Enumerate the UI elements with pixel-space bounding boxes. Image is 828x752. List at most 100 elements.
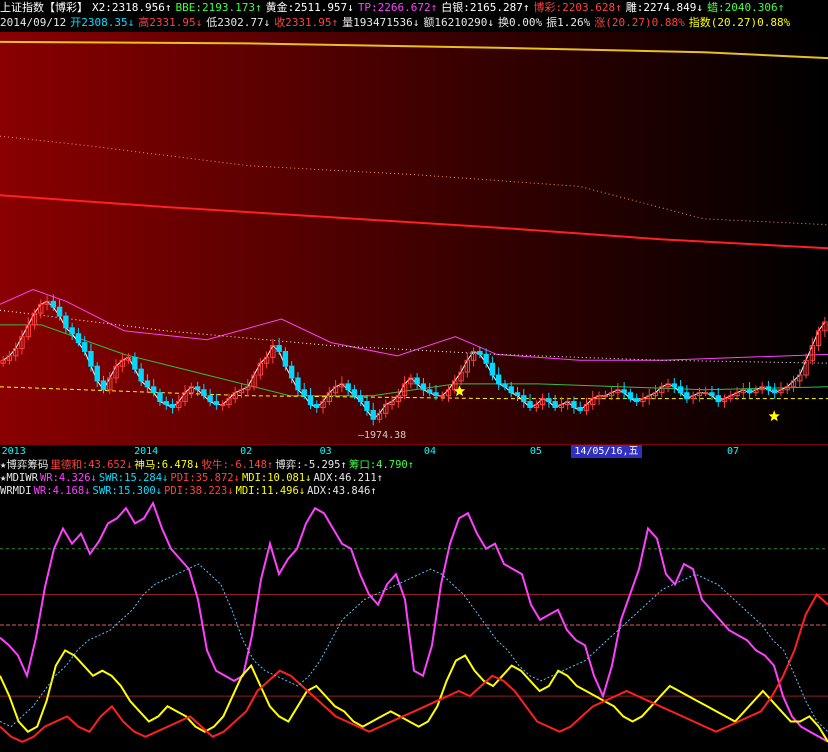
candle-body-84 — [527, 401, 533, 408]
candle-body-96 — [602, 395, 609, 398]
candle-body-88 — [552, 401, 558, 408]
candle-body-8 — [50, 300, 57, 308]
candle-body-70 — [439, 395, 445, 398]
candle-body-122 — [765, 386, 772, 391]
candle-body-31 — [194, 386, 201, 391]
date-tick-1: 2014 — [134, 446, 159, 457]
candle-body-10 — [63, 315, 69, 329]
candle-body-50 — [314, 404, 320, 408]
indicator-value-4: MDI:11.496↓ — [235, 485, 306, 497]
candle-body-12 — [75, 333, 82, 344]
main-candlestick-chart[interactable]: —1974.38 — [0, 32, 828, 444]
candle-body-112 — [702, 392, 709, 395]
candle-body-32 — [201, 389, 207, 397]
candle-body-123 — [771, 389, 778, 394]
candle-body-22 — [138, 368, 144, 382]
indicator-value-0: WRMDI — [0, 485, 32, 497]
candle-body-80 — [502, 383, 508, 388]
candle-body-25 — [157, 392, 163, 403]
quote-header-row-1: 上证指数【博彩】 X2:2318.956↑ BBE:2193.173↑ 黄金:2511… — [0, 0, 828, 16]
candle-body-83 — [521, 395, 527, 403]
price-field-8: 振1.26% — [546, 16, 591, 29]
candle-body-79 — [495, 374, 502, 385]
candle-body-66 — [414, 377, 420, 385]
candle-body-46 — [288, 365, 295, 379]
candle-body-57 — [357, 395, 364, 403]
candle-body-91 — [571, 401, 577, 408]
header-field-6: 博彩:2203.628↑ — [533, 1, 622, 14]
price-field-7: 换0.00% — [498, 16, 543, 29]
candle-body-69 — [433, 392, 439, 397]
price-field-4: 收2331.95↑ — [274, 16, 339, 29]
candle-body-109 — [684, 392, 690, 400]
indicator-row-1: ★博弈筹码 里德和:43.652↓ 神马:6.478↓ 牧牛:-6.148↑ 博弈:-5… — [0, 459, 828, 472]
date-tick-3: 03 — [319, 446, 332, 457]
candle-body-11 — [69, 327, 75, 335]
price-field-5: 量193471536↓ — [342, 16, 420, 29]
indicator-row-3: WRMDI WR:4.168↓ SWR:15.300↓ PDI:38.223↓ MDI:… — [0, 485, 828, 498]
candle-body-78 — [489, 362, 496, 376]
header-field-4: TP:2266.672↑ — [357, 1, 438, 14]
candle-body-59 — [370, 409, 376, 420]
quote-header-row-2: 2014/09/12 开2308.35↓ 高2331.95↓ 低2302.77↓ 收23… — [0, 15, 828, 31]
indicator-value-4: MDI:10.081↓ — [241, 472, 312, 484]
candle-body-87 — [546, 398, 552, 403]
header-field-2: BBE:2193.173↑ — [175, 1, 262, 14]
candle-body-45 — [282, 350, 289, 367]
header-field-5: 白银:2165.287↑ — [441, 1, 530, 14]
candle-body-119 — [746, 389, 753, 394]
candle-body-21 — [132, 356, 138, 370]
indicator-value-1: WR:4.326↓ — [39, 472, 97, 484]
indicator-value-3: 牧牛:-6.148↑ — [201, 459, 274, 471]
price-field-6: 额16210290↓ — [423, 16, 495, 29]
indicator-value-2: SWR:15.284↓ — [98, 472, 169, 484]
candle-body-108 — [677, 386, 684, 394]
indicator-value-3: PDI:38.223↓ — [164, 485, 234, 497]
candle-body-99 — [621, 389, 627, 394]
price-field-0: 2014/09/12 — [0, 16, 67, 29]
candle-body-101 — [633, 398, 640, 403]
date-tick-4: 04 — [423, 446, 436, 457]
candle-body-77 — [483, 353, 489, 364]
candle-body-68 — [426, 389, 433, 394]
header-field-0: 上证指数【博彩】 — [0, 1, 88, 14]
indicator-value-5: ADX:43.846↑ — [307, 485, 377, 497]
candle-body-114 — [715, 395, 721, 403]
candle-body-48 — [301, 389, 307, 397]
indicator-value-5: ADX:46.211↑ — [313, 472, 384, 484]
header-field-7: 雕:2274.849↓ — [625, 1, 703, 14]
indicator-value-5: 筹口:4.790↑ — [348, 459, 415, 471]
oscillator-chart[interactable] — [0, 498, 828, 752]
candle-body-34 — [213, 401, 220, 406]
header-field-8: 蜡:2040.306↑ — [707, 1, 785, 14]
indicator-value-2: 神马:6.478↓ — [134, 459, 200, 471]
candle-body-13 — [81, 342, 88, 352]
candle-body-9 — [56, 306, 63, 317]
header-field-3: 黄金:2511.957↓ — [265, 1, 354, 14]
candle-body-15 — [94, 365, 100, 382]
indicator-value-0: ★MDIWR — [0, 472, 38, 484]
candle-body-100 — [627, 392, 634, 400]
date-tick-5: 05 — [529, 446, 542, 457]
candle-body-27 — [169, 404, 176, 408]
price-field-2: 高2331.95↓ — [138, 16, 203, 29]
low-price-label: —1974.38 — [358, 430, 406, 441]
date-tick-0: 2013 — [1, 446, 26, 457]
candle-body-16 — [100, 380, 107, 391]
candle-body-67 — [420, 383, 427, 391]
indicator-value-2: SWR:15.300↓ — [92, 485, 163, 497]
candle-body-92 — [577, 406, 583, 411]
candle-body-49 — [307, 395, 314, 406]
price-field-3: 低2302.77↓ — [206, 16, 271, 29]
indicator-value-1: WR:4.168↓ — [33, 485, 91, 497]
candle-body-56 — [351, 389, 358, 397]
date-tick-2: 02 — [240, 446, 253, 457]
indicator-value-3: PDI:35.872↓ — [170, 472, 240, 484]
candle-body-33 — [207, 395, 213, 403]
candle-body-55 — [345, 383, 351, 391]
indicator-row-2: ★MDIWR WR:4.326↓ SWR:15.284↓ PDI:35.872↓ MDI… — [0, 472, 828, 485]
candle-body-26 — [163, 401, 169, 406]
candle-body-107 — [671, 383, 678, 388]
candle-body-14 — [88, 350, 94, 367]
candle-body-81 — [508, 386, 514, 394]
